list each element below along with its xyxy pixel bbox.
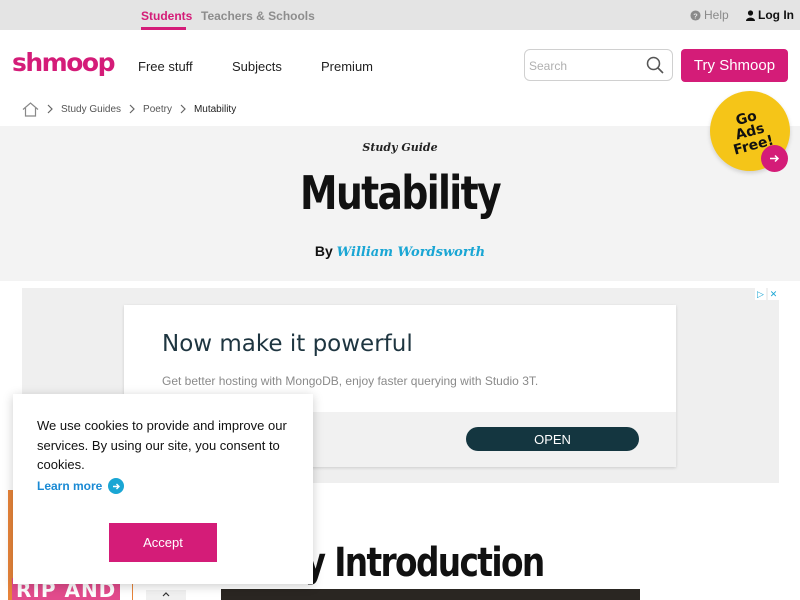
svg-text:?: ? xyxy=(693,11,698,20)
help-circle-icon: ? xyxy=(690,9,701,21)
nav-premium[interactable]: Premium xyxy=(321,59,373,74)
chevron-right-icon xyxy=(180,104,186,114)
cookie-message: We use cookies to provide and improve ou… xyxy=(37,418,287,472)
breadcrumb-poetry[interactable]: Poetry xyxy=(143,104,172,115)
teachers-schools-tab[interactable]: Teachers & Schools xyxy=(201,9,315,23)
ad-text: Get better hosting with MongoDB, enjoy f… xyxy=(162,374,539,388)
breadcrumb: Study Guides Poetry Mutability xyxy=(22,101,236,117)
top-utility-bar: Students Teachers & Schools ? Help Log I… xyxy=(0,0,800,30)
byline: By William Wordsworth xyxy=(0,243,800,260)
nav-free-stuff[interactable]: Free stuff xyxy=(138,59,193,74)
cookie-consent-dialog: We use cookies to provide and improve ou… xyxy=(13,394,313,584)
ad-title: Now make it powerful xyxy=(162,331,413,357)
author-link[interactable]: William Wordsworth xyxy=(337,245,485,260)
ad-open-button[interactable]: OPEN xyxy=(466,427,639,451)
main-header: shmoop Free stuff Subjects Premium Try S… xyxy=(0,30,800,100)
learn-more-link[interactable]: Learn more xyxy=(37,478,125,494)
search-input[interactable] xyxy=(529,57,639,75)
video-thumbnail[interactable] xyxy=(221,589,640,600)
study-guide-label: Study Guide xyxy=(362,141,438,154)
login-label: Log In xyxy=(758,8,794,22)
chevron-up-icon[interactable] xyxy=(146,590,186,600)
search-icon[interactable] xyxy=(646,56,664,74)
study-guide-hero: Study Guide Mutability By William Wordsw… xyxy=(0,126,800,281)
breadcrumb-study-guides[interactable]: Study Guides xyxy=(61,104,121,115)
go-ads-free-badge[interactable]: Go Ads Free! xyxy=(710,91,790,172)
shmoop-logo[interactable]: shmoop xyxy=(12,48,115,77)
students-tab[interactable]: Students xyxy=(141,9,192,23)
help-label: Help xyxy=(704,8,729,22)
arrow-right-icon[interactable] xyxy=(761,145,788,172)
arrow-right-icon xyxy=(108,478,125,494)
chevron-right-icon xyxy=(129,104,135,114)
try-shmoop-button[interactable]: Try Shmoop xyxy=(681,49,788,82)
login-link[interactable]: Log In xyxy=(746,8,794,22)
breadcrumb-current: Mutability xyxy=(193,103,237,115)
page-title: Mutability xyxy=(300,166,502,220)
home-icon[interactable] xyxy=(22,101,39,117)
chevron-right-icon xyxy=(47,104,53,114)
byline-prefix: By xyxy=(314,243,333,259)
search-box xyxy=(524,49,673,81)
user-icon xyxy=(746,9,755,21)
learn-more-label: Learn more xyxy=(37,479,103,493)
help-link[interactable]: ? Help xyxy=(690,8,729,22)
adchoices-icon[interactable]: ▷ ✕ xyxy=(755,288,779,300)
accept-cookies-button[interactable]: Accept xyxy=(109,523,217,562)
nav-subjects[interactable]: Subjects xyxy=(232,59,282,74)
